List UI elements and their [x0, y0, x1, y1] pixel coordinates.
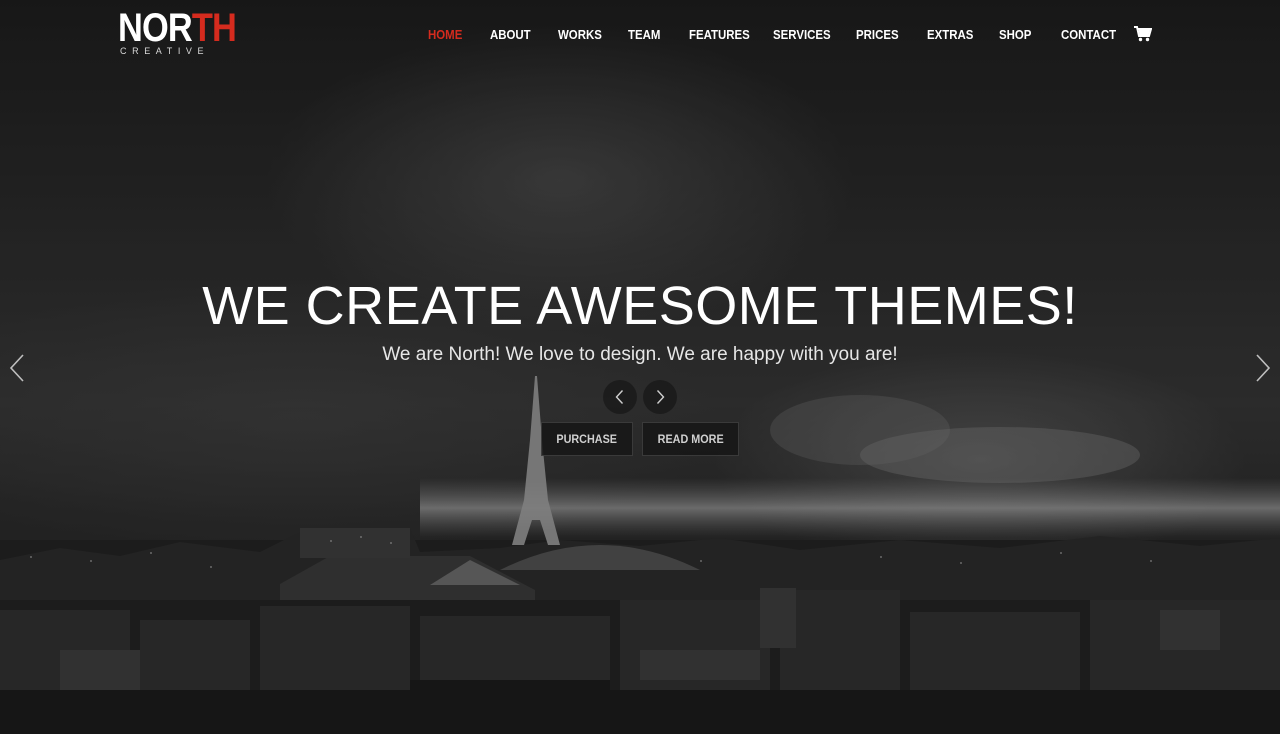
hero-mini-carousel-controls	[603, 380, 677, 414]
hero-subheadline: We are North! We love to design. We are …	[382, 344, 898, 365]
nav-item-shop[interactable]: SHOP	[999, 24, 1031, 46]
logo-tagline: CREATIVE	[120, 46, 210, 56]
nav-item-features[interactable]: FEATURES	[689, 24, 750, 46]
logo-wordmark-prefix: NOR	[118, 6, 193, 50]
nav-item-works[interactable]: WORKS	[558, 24, 602, 46]
nav-item-extras[interactable]: EXTRAS	[927, 24, 973, 46]
nav-item-home[interactable]: HOME	[428, 24, 462, 46]
nav-item-about[interactable]: ABOUT	[490, 24, 531, 46]
chevron-right-icon	[1256, 354, 1271, 382]
site-logo[interactable]: NORTH CREATIVE	[118, 8, 255, 58]
slider-prev-button[interactable]	[6, 352, 28, 384]
purchase-button[interactable]: PURCHASE	[541, 422, 633, 456]
logo-wordmark: NORTH	[118, 8, 237, 48]
nav-item-contact[interactable]: CONTACT	[1061, 24, 1116, 46]
nav-item-team[interactable]: TEAM	[628, 24, 660, 46]
hero-slider: NORTH CREATIVE HOME ABOUT WORKS TEAM FEA…	[0, 0, 1280, 734]
chevron-left-icon	[9, 354, 24, 382]
mini-next-button[interactable]	[643, 380, 677, 414]
mini-prev-button[interactable]	[603, 380, 637, 414]
chevron-right-icon	[656, 390, 665, 404]
slider-next-button[interactable]	[1252, 352, 1274, 384]
shopping-cart-icon[interactable]	[1134, 26, 1153, 42]
logo-wordmark-accent: TH	[191, 6, 237, 50]
read-more-button[interactable]: READ MORE	[642, 422, 739, 456]
read-more-button-label: READ MORE	[657, 432, 724, 446]
chevron-left-icon	[615, 390, 624, 404]
nav-item-services[interactable]: SERVICES	[773, 24, 831, 46]
hero-headline: WE CREATE AWESOME THEMES!	[202, 276, 1078, 336]
purchase-button-label: PURCHASE	[556, 432, 618, 446]
nav-item-prices[interactable]: PRICES	[856, 24, 899, 46]
